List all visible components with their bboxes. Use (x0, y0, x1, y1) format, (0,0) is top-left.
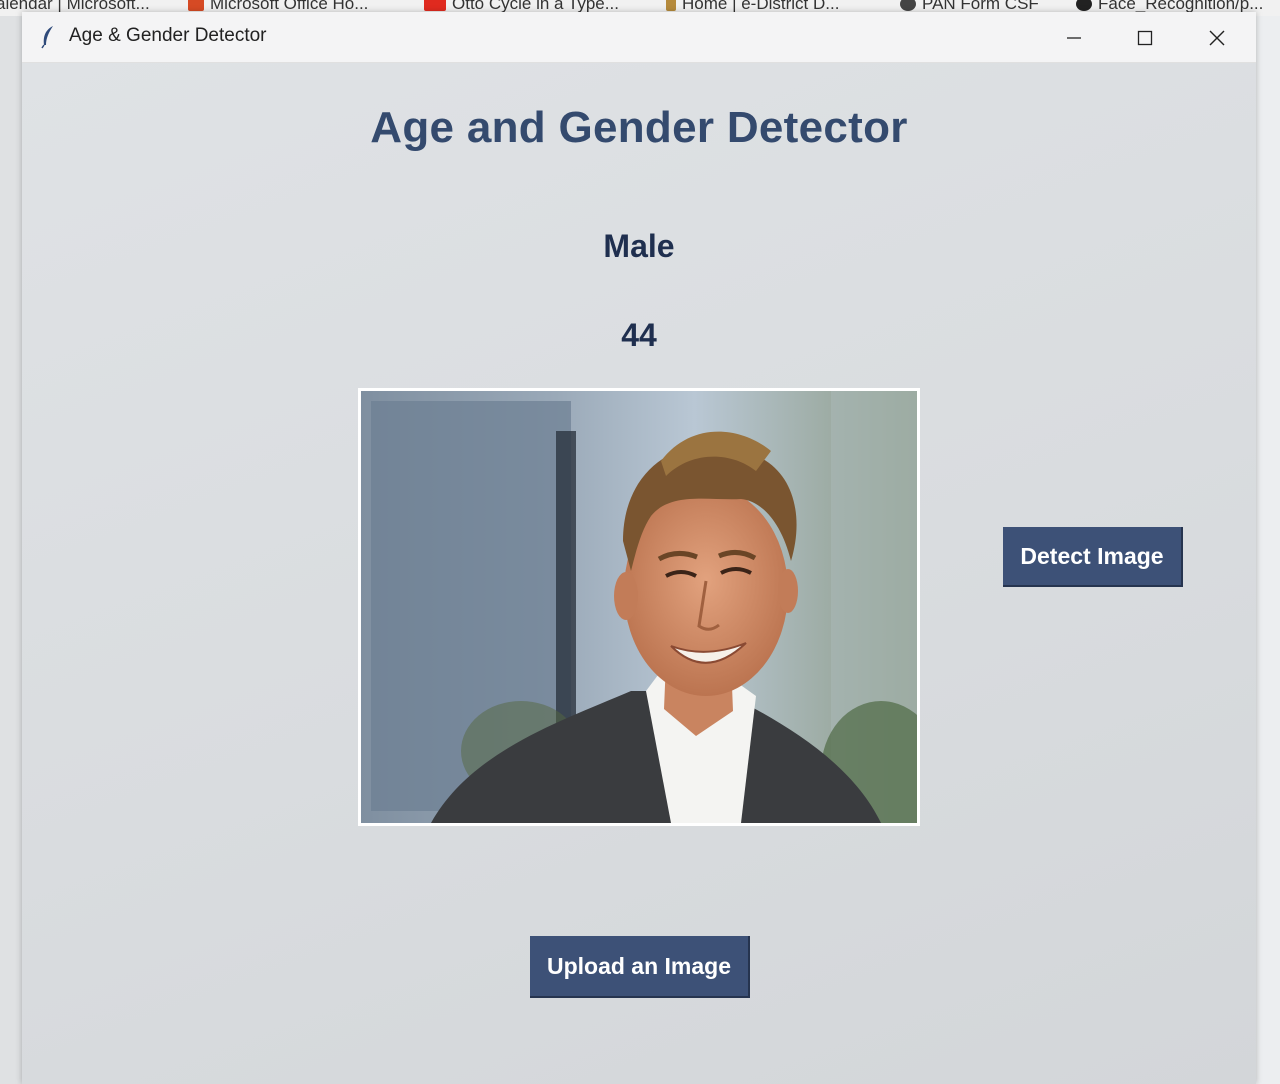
desktop-background-left (0, 16, 24, 1084)
maximize-button[interactable] (1125, 22, 1165, 54)
maximize-icon (1137, 30, 1153, 46)
window-title: Age & Gender Detector (69, 25, 267, 46)
feather-icon (40, 25, 56, 49)
upload-image-button[interactable]: Upload an Image (530, 936, 750, 998)
gender-result-label: Male (603, 228, 675, 264)
desktop-background-right (1256, 16, 1280, 1084)
github-icon (1076, 0, 1092, 11)
app-window: Age & Gender Detector Age and Gender Det… (22, 12, 1256, 1084)
office-icon (188, 0, 204, 11)
app-client-area: Age and Gender Detector Male 44 Detect I… (22, 63, 1256, 1084)
minimize-icon (1066, 30, 1082, 46)
age-result-label: 44 (621, 317, 657, 353)
close-icon (1208, 29, 1226, 47)
title-bar[interactable]: Age & Gender Detector (22, 12, 1256, 63)
youtube-icon (424, 0, 446, 11)
page-title: Age and Gender Detector (370, 103, 908, 152)
link-icon (900, 0, 916, 11)
emblem-icon (666, 0, 676, 11)
close-button[interactable] (1197, 22, 1237, 54)
uploaded-image (358, 388, 920, 826)
minimize-button[interactable] (1054, 22, 1094, 54)
face-photo-placeholder (361, 391, 917, 823)
detect-image-button[interactable]: Detect Image (1003, 527, 1183, 587)
